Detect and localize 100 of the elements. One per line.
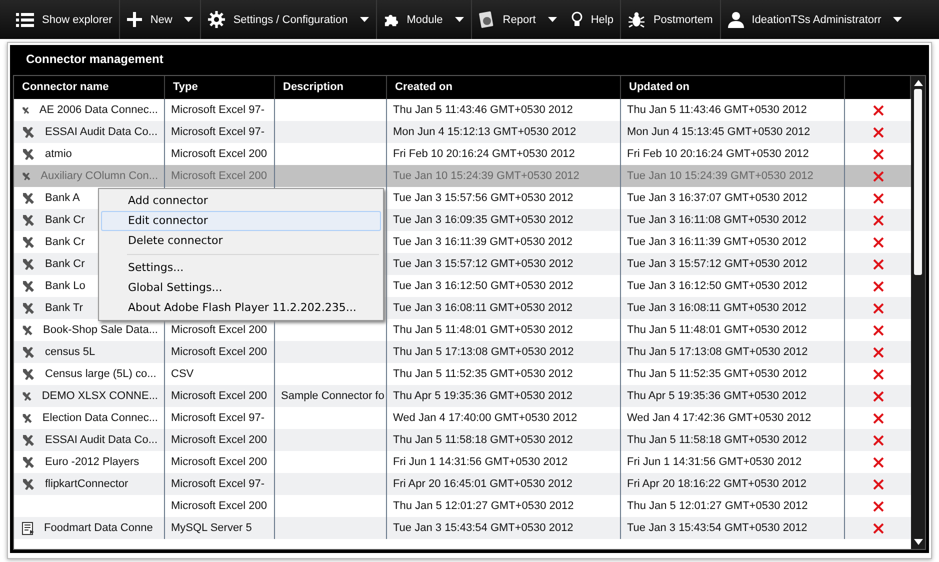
delete-icon[interactable] bbox=[872, 346, 884, 358]
connector-icon bbox=[22, 236, 36, 248]
toolbar-button[interactable]: Settings / Configuration bbox=[201, 0, 377, 39]
table-cell: Fri Apr 20 16:45:01 GMT+0530 2012 bbox=[393, 478, 572, 490]
connector-icon bbox=[22, 324, 34, 336]
table-cell: Thu Jan 5 11:48:01 GMT+0530 2012 bbox=[393, 324, 573, 336]
table-row[interactable]: Foodmart Data Conne MySQL Server 5 Tue Jan 3 15:43:54 GMT+0530 2012 Tue Jan 3 15:43:54 GMT+0530 2012 bbox=[14, 517, 911, 539]
lightbulb-icon bbox=[570, 11, 583, 28]
menu-item[interactable]: Settings... bbox=[101, 258, 381, 278]
table-cell: Microsoft Excel 200 bbox=[171, 434, 267, 446]
table-cell: atmio bbox=[45, 148, 72, 160]
connector-icon bbox=[22, 302, 36, 314]
delete-icon[interactable] bbox=[872, 368, 884, 380]
table-cell: DEMO XLSX CONNE... bbox=[42, 390, 158, 402]
toolbar-button[interactable]: Postmortem bbox=[621, 0, 721, 39]
table-cell: Microsoft Excel 200 bbox=[171, 170, 267, 182]
table-row[interactable]: census 5L Microsoft Excel 200 Thu Jan 5 17:13:08 GMT+0530 2012 Thu Jan 5 17:13:08 GMT+0530 2012 bbox=[14, 341, 911, 363]
delete-icon[interactable] bbox=[872, 170, 884, 182]
scroll-down-icon[interactable] bbox=[914, 539, 922, 545]
connector-icon bbox=[22, 390, 33, 402]
delete-icon[interactable] bbox=[872, 522, 884, 534]
menu-item[interactable]: Edit connector bbox=[101, 211, 381, 231]
delete-icon[interactable] bbox=[872, 302, 884, 314]
table-cell: Sample Connector fo bbox=[281, 390, 384, 402]
table-row[interactable]: DEMO XLSX CONNE... Microsoft Excel 200 Sample Connector fo Thu Apr 5 19:35:36 GMT+0530 2012 Thu Apr 5 19:35:36 GMT+0530 2012 bbox=[14, 385, 911, 407]
delete-icon[interactable] bbox=[872, 192, 884, 204]
report-icon bbox=[478, 11, 495, 28]
table-cell: Thu Jan 5 11:43:46 GMT+0530 2012 bbox=[393, 104, 573, 116]
table-cell: Foodmart Data Conne bbox=[44, 522, 153, 534]
table-row[interactable]: ESSAI Audit Data Co... Microsoft Excel 200 Thu Jan 5 11:58:18 GMT+0530 2012 Thu Jan 5 11:58:18 GMT+0530 2012 bbox=[14, 429, 911, 451]
delete-icon[interactable] bbox=[872, 126, 884, 138]
table-cell: Tue Jan 3 16:11:39 GMT+0530 2012 bbox=[627, 236, 806, 248]
menu-item[interactable]: Global Settings... bbox=[101, 278, 381, 298]
toolbar-button[interactable]: Show explorer bbox=[9, 0, 120, 39]
toolbar-button[interactable]: Report bbox=[472, 0, 564, 39]
delete-icon[interactable] bbox=[872, 324, 884, 336]
menu-item[interactable]: Add connector bbox=[101, 191, 381, 211]
table-cell: Thu Jan 5 11:48:01 GMT+0530 2012 bbox=[627, 324, 807, 336]
connector-icon bbox=[22, 214, 36, 226]
table-cell: Microsoft Excel 200 bbox=[171, 346, 267, 358]
table-cell: Fri Feb 10 20:16:24 GMT+0530 2012 bbox=[393, 148, 575, 160]
table-cell: Wed Jan 4 17:42:36 GMT+0530 2012 bbox=[627, 412, 812, 424]
caret-icon bbox=[184, 17, 194, 22]
table-cell: Thu Jan 5 12:01:27 GMT+0530 2012 bbox=[393, 500, 574, 512]
table-cell: Bank Lo bbox=[45, 280, 86, 292]
table-cell: Thu Jan 5 11:58:18 GMT+0530 2012 bbox=[627, 434, 807, 446]
delete-icon[interactable] bbox=[872, 500, 884, 512]
table-cell: Tue Jan 3 16:11:39 GMT+0530 2012 bbox=[393, 236, 572, 248]
table-cell: Microsoft Excel 200 bbox=[171, 324, 267, 336]
table-cell: flipkartConnector bbox=[45, 478, 128, 490]
scrollbar-thumb[interactable] bbox=[914, 89, 922, 275]
table-row[interactable]: flipkartConnector Microsoft Excel 97- Fri Apr 20 16:45:01 GMT+0530 2012 Fri Apr 20 18:16:22 GMT+0530 2012 bbox=[14, 473, 911, 495]
toolbar-button[interactable]: Module bbox=[376, 0, 472, 39]
connector-icon bbox=[22, 148, 36, 160]
delete-icon[interactable] bbox=[872, 236, 884, 248]
table-row[interactable]: ESSAI Audit Data Co... Microsoft Excel 97- Mon Jun 4 15:12:13 GMT+0530 2012 Mon Jun 4 15:13:45 GMT+0530 2012 bbox=[14, 121, 911, 143]
delete-icon[interactable] bbox=[872, 148, 884, 160]
table-cell: Tue Jan 3 15:57:12 GMT+0530 2012 bbox=[393, 258, 574, 270]
table-cell: Tue Jan 3 16:12:50 GMT+0530 2012 bbox=[393, 280, 574, 292]
table-cell: Bank Cr bbox=[45, 258, 85, 270]
toolbar-button[interactable]: IdeationTSs Administratorr bbox=[720, 0, 910, 39]
table-cell: Tue Jan 3 16:08:11 GMT+0530 2012 bbox=[393, 302, 572, 314]
settings-icon bbox=[208, 11, 226, 28]
menu-item[interactable]: Delete connector bbox=[101, 231, 381, 251]
panel-title: Connector management bbox=[25, 51, 164, 68]
bug-icon bbox=[628, 11, 646, 28]
caret-icon bbox=[454, 17, 464, 22]
scroll-up-icon[interactable] bbox=[914, 80, 922, 86]
scrollbar[interactable] bbox=[911, 76, 925, 549]
table-cell: Mon Jun 4 15:12:13 GMT+0530 2012 bbox=[393, 126, 576, 138]
user-icon bbox=[728, 11, 744, 28]
table-cell: Book-Shop Sale Data... bbox=[43, 324, 158, 336]
connector-icon bbox=[22, 346, 36, 358]
delete-icon[interactable] bbox=[872, 412, 884, 424]
table-cell: CSV bbox=[171, 368, 194, 380]
table-cell: Mon Jun 4 15:13:45 GMT+0530 2012 bbox=[627, 126, 810, 138]
table-cell: Tue Jan 3 15:57:56 GMT+0530 2012 bbox=[393, 192, 574, 204]
table-cell: Wed Jan 4 17:40:00 GMT+0530 2012 bbox=[393, 412, 578, 424]
plus-icon bbox=[127, 12, 142, 27]
table-cell: Thu Jan 5 11:58:18 GMT+0530 2012 bbox=[393, 434, 573, 446]
table-cell: ESSAI Audit Data Co... bbox=[45, 126, 158, 138]
delete-icon[interactable] bbox=[872, 390, 884, 402]
delete-icon[interactable] bbox=[872, 456, 884, 468]
table-cell: Tue Jan 3 16:08:11 GMT+0530 2012 bbox=[627, 302, 806, 314]
toolbar-button[interactable]: Help bbox=[564, 0, 622, 39]
table-cell: Thu Jan 5 12:01:27 GMT+0530 2012 bbox=[627, 500, 808, 512]
delete-icon[interactable] bbox=[872, 258, 884, 270]
delete-icon[interactable] bbox=[872, 478, 884, 490]
table-cell: Tue Jan 10 15:24:39 GMT+0530 2012 bbox=[393, 170, 580, 182]
table-cell: Tue Jan 3 15:43:54 GMT+0530 2012 bbox=[393, 522, 574, 534]
connector-icon bbox=[22, 170, 32, 182]
document-icon bbox=[22, 522, 35, 534]
menu-icon bbox=[16, 12, 34, 28]
toolbar-button[interactable]: New bbox=[120, 0, 202, 39]
table-cell: Microsoft Excel 97- bbox=[171, 126, 265, 138]
delete-icon[interactable] bbox=[872, 434, 884, 446]
delete-icon[interactable] bbox=[872, 280, 884, 292]
delete-icon[interactable] bbox=[872, 104, 884, 116]
delete-icon[interactable] bbox=[872, 214, 884, 226]
menu-item[interactable]: About Adobe Flash Player 11.2.202.235... bbox=[101, 298, 381, 318]
